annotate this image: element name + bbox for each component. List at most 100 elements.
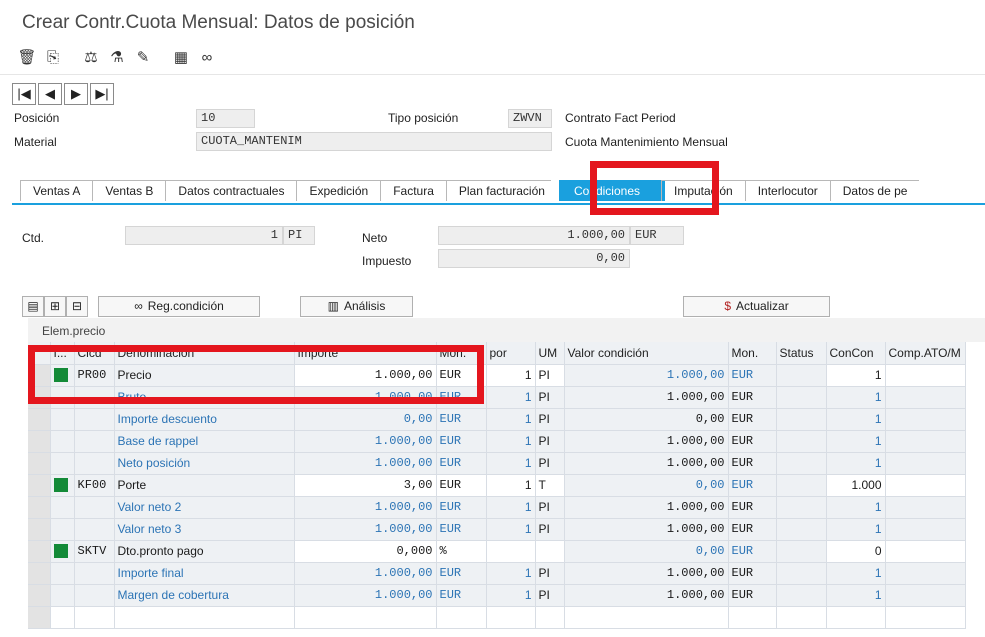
unit-cell[interactable] <box>535 540 565 563</box>
column-header[interactable]: Mon. <box>728 342 777 365</box>
posicion-field[interactable]: 10 <box>196 109 255 128</box>
last-item-icon[interactable]: ▶| <box>90 83 114 105</box>
table-row[interactable]: PR00 Precio 1.000,00 EUR 1 PI 1.000,00 EUR 1 <box>28 364 966 387</box>
importe-cell[interactable]: 0,000 <box>294 540 437 563</box>
actualizar-button[interactable]: $ Actualizar <box>683 295 830 317</box>
condition-type-cell[interactable]: KF00 <box>74 474 115 497</box>
empty-cell[interactable] <box>436 606 487 629</box>
empty-cell[interactable] <box>114 606 295 629</box>
tab-factura[interactable]: Factura <box>380 180 446 201</box>
row-selector[interactable] <box>28 496 51 519</box>
column-header[interactable]: Comp.ATO/M <box>885 342 966 365</box>
table-row[interactable]: KF00 Porte 3,00 EUR 1 T 0,00 EUR 1.000 <box>28 474 966 497</box>
comp-ato-cell[interactable] <box>885 540 966 563</box>
tipo-posicion-field[interactable]: ZWVN <box>508 109 552 128</box>
table-row[interactable]: SKTV Dto.pronto pago 0,000% 0,00 EUR 0 <box>28 540 966 563</box>
notepad-icon[interactable]: ✎ <box>130 46 156 68</box>
empty-cell[interactable] <box>486 606 536 629</box>
status-cell[interactable] <box>50 364 75 387</box>
status-cell[interactable] <box>50 540 75 563</box>
table-row[interactable]: Valor neto 3 1.000,00 EUR 1 PI 1.000,00 EUR 1 <box>28 518 966 541</box>
reg-condicion-button[interactable]: ∞ Reg.condición <box>98 295 260 317</box>
neto-currency-field[interactable]: EUR <box>630 226 684 245</box>
row-selector[interactable] <box>28 518 51 541</box>
empty-cell[interactable] <box>564 606 729 629</box>
row-selector[interactable] <box>28 584 51 607</box>
condition-value-cell[interactable]: 1.000,00 <box>564 364 729 387</box>
currency-cell[interactable]: EUR <box>436 364 487 387</box>
table-row-empty[interactable] <box>28 606 966 629</box>
table-row[interactable]: Margen de cobertura 1.000,00 EUR 1 PI 1.000,0… <box>28 584 966 607</box>
glasses-icon[interactable]: ∞ <box>194 46 220 68</box>
denomination-cell[interactable]: Precio <box>114 364 295 387</box>
empty-cell[interactable] <box>50 606 75 629</box>
condition-value-cell[interactable]: 0,00 <box>564 540 729 563</box>
row-selector[interactable] <box>28 408 51 431</box>
currency-2-cell[interactable]: EUR <box>728 364 777 387</box>
delete-row-icon[interactable]: ⊟ <box>66 295 88 317</box>
ctd-unit-field[interactable]: PI <box>283 226 315 245</box>
currency-2-cell[interactable]: EUR <box>728 540 777 563</box>
status-text-cell[interactable] <box>776 474 827 497</box>
ctd-field[interactable]: 1 <box>125 226 283 245</box>
table-row[interactable]: Bruto 1.000,00 EUR 1 PI 1.000,00 EUR 1 <box>28 386 966 409</box>
table-row[interactable]: Valor neto 2 1.000,00 EUR 1 PI 1.000,00 EUR 1 <box>28 496 966 519</box>
first-item-icon[interactable]: |◀ <box>12 83 36 105</box>
row-selector[interactable] <box>28 562 51 585</box>
neto-field[interactable]: 1.000,00 <box>438 226 630 245</box>
row-selector[interactable] <box>28 474 51 497</box>
tab-datos-de-pe[interactable]: Datos de pe <box>829 180 920 201</box>
per-cell[interactable]: 1 <box>486 474 536 497</box>
column-header[interactable]: Status <box>776 342 827 365</box>
status-text-cell[interactable] <box>776 540 827 563</box>
empty-cell[interactable] <box>776 606 827 629</box>
impuesto-field[interactable]: 0,00 <box>438 249 630 268</box>
column-header[interactable]: UM <box>535 342 565 365</box>
table-row[interactable]: Base de rappel 1.000,00 EUR 1 PI 1.000,00 EUR 1 <box>28 430 966 453</box>
currency-cell[interactable]: % <box>436 540 487 563</box>
denomination-cell[interactable]: Dto.pronto pago <box>114 540 295 563</box>
column-header[interactable]: Importe <box>294 342 437 365</box>
condition-type-cell[interactable]: PR00 <box>74 364 115 387</box>
empty-cell[interactable] <box>294 606 437 629</box>
empty-cell[interactable] <box>74 606 115 629</box>
balance-icon[interactable]: ⚖ <box>78 46 104 68</box>
previous-item-icon[interactable]: ◀ <box>38 83 62 105</box>
row-selector[interactable] <box>28 540 51 563</box>
row-selector[interactable] <box>28 386 51 409</box>
calculator-icon[interactable]: ▦ <box>168 46 194 68</box>
tab-condiciones[interactable]: Condiciones <box>558 180 665 201</box>
detail-icon[interactable]: ▤ <box>22 295 44 317</box>
concon-cell[interactable]: 0 <box>826 540 886 563</box>
empty-cell[interactable] <box>826 606 886 629</box>
concon-cell[interactable]: 1 <box>826 364 886 387</box>
empty-cell[interactable] <box>535 606 565 629</box>
tab-imputacion[interactable]: Imputación <box>661 180 745 201</box>
comp-ato-cell[interactable] <box>885 364 966 387</box>
status-cell[interactable] <box>50 474 75 497</box>
column-header[interactable]: Mon. <box>436 342 487 365</box>
per-cell[interactable]: 1 <box>486 364 536 387</box>
table-row[interactable]: Importe descuento 0,00 EUR 1 PI 0,00 EUR 1 <box>28 408 966 431</box>
unit-cell[interactable]: PI <box>535 364 565 387</box>
condition-value-cell[interactable]: 0,00 <box>564 474 729 497</box>
column-header[interactable]: Denominación <box>114 342 295 365</box>
row-selector[interactable] <box>28 452 51 475</box>
row-selector[interactable] <box>28 430 51 453</box>
tab-interlocutor[interactable]: Interlocutor <box>744 180 830 201</box>
currency-2-cell[interactable]: EUR <box>728 474 777 497</box>
unit-cell[interactable]: T <box>535 474 565 497</box>
next-item-icon[interactable]: ▶ <box>64 83 88 105</box>
condition-type-cell[interactable]: SKTV <box>74 540 115 563</box>
tab-ventas-a[interactable]: Ventas A <box>20 180 93 201</box>
concon-cell[interactable]: 1.000 <box>826 474 886 497</box>
add-row-icon[interactable]: ⊞ <box>44 295 66 317</box>
tab-expedicion[interactable]: Expedición <box>296 180 381 201</box>
column-selector[interactable] <box>28 342 51 365</box>
empty-cell[interactable] <box>728 606 777 629</box>
tab-ventas-b[interactable]: Ventas B <box>92 180 166 201</box>
importe-cell[interactable]: 3,00 <box>294 474 437 497</box>
empty-cell[interactable] <box>28 606 51 629</box>
per-cell[interactable] <box>486 540 536 563</box>
column-header[interactable]: I... <box>50 342 75 365</box>
